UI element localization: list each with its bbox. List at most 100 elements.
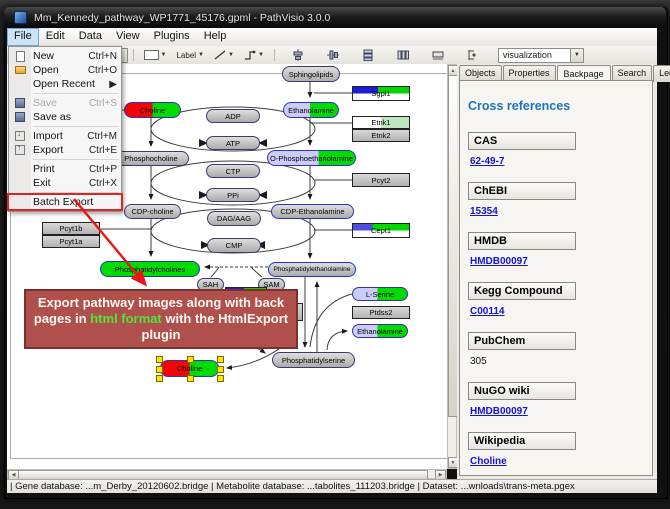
node-choline-top[interactable]: Choline [124,102,181,118]
cross-reference-link[interactable]: 15354 [470,206,498,217]
visualization-combobox[interactable]: visualization ▼ [498,48,584,63]
menu-help[interactable]: Help [197,28,234,46]
node-phosphocholine[interactable]: Phosphocholine [113,151,189,166]
gene-cept1[interactable]: Cept1 [352,223,410,238]
selection-handle[interactable] [156,375,163,382]
menu-data[interactable]: Data [72,28,109,46]
status-bar: | Gene database: ...m_Derby_20120602.bri… [7,479,657,493]
selection-handle[interactable] [156,366,163,373]
database-name: ChEBI [468,182,576,200]
gene-etnk2[interactable]: Etnk2 [352,129,410,142]
cross-reference-link[interactable]: C00114 [470,306,504,317]
label-button-text: Label [176,51,196,60]
menu-item-exit[interactable]: Exit Ctrl+X [9,176,121,190]
common-size-icon [432,50,444,60]
menu-item-print[interactable]: Print Ctrl+P [9,162,121,176]
gene-ptdss2[interactable]: Ptdss2 [352,306,410,319]
add-datanode-button[interactable]: ▼ [140,47,171,64]
node-phosphatidylcholines[interactable]: Phosphatidylcholines [100,261,200,277]
stack-vertical-icon [362,49,374,61]
gene-sgpl1[interactable]: Sgpl1 [352,86,410,101]
node-l-serine[interactable]: L-Serine [352,287,408,301]
node-sphingolipids[interactable]: Sphingolipids [282,66,340,82]
selection-handle[interactable] [187,356,194,363]
menu-item-save-as[interactable]: Save as [9,110,121,124]
node-atp[interactable]: ATP [206,136,260,150]
selection-handle[interactable] [217,375,224,382]
align-horizontal-center-button[interactable] [323,47,343,64]
align-vertical-center-icon [292,49,304,61]
draw-line-button[interactable]: ▼ [210,47,238,64]
database-name: Wikipedia [468,432,576,450]
menu-item-batch-export[interactable]: Batch Export [9,195,121,209]
callout-text: with the HtmlExport plugin [142,311,289,342]
menu-item-shortcut: ▶ [109,79,117,90]
stack-horizontal-button[interactable] [393,47,413,64]
cross-references-heading: Cross references [468,99,644,113]
menu-view[interactable]: View [109,28,147,46]
menu-edit[interactable]: Edit [39,28,72,46]
node-adp[interactable]: ADP [206,109,260,123]
vertical-scrollbar[interactable]: ▲ ▼ [447,64,457,469]
selection-handle[interactable] [217,366,224,373]
node-dag-aag[interactable]: DAG/AAG [207,211,261,226]
menu-item-label: New [31,50,88,62]
cross-reference-link[interactable]: 62-49-7 [470,156,504,167]
align-vertical-center-button[interactable] [288,47,308,64]
menu-plugins[interactable]: Plugins [147,28,197,46]
cross-reference-link[interactable]: HMDB00097 [470,406,528,417]
draw-connector-button[interactable]: ▼ [240,47,268,64]
menu-item-shortcut: Ctrl+X [89,178,117,189]
menu-item-shortcut: Ctrl+P [89,164,117,175]
menu-bar: FileEditDataViewPluginsHelp [7,28,657,47]
align-horizontal-center-icon [327,49,339,61]
node-ethanolamine-top[interactable]: Ethanolamine [283,102,339,118]
menu-item-open-recent[interactable]: Open Recent ▶ [9,77,121,91]
selection-handle[interactable] [187,375,194,382]
node-ethanolamine-bottom[interactable]: Ethanolamine [352,324,408,338]
node-ppi[interactable]: PPi [206,188,260,202]
tab-legend[interactable]: Legend [653,65,670,82]
horizontal-scrollbar[interactable]: ◀ ▶ [7,469,447,479]
selection-mode-button[interactable] [463,47,481,64]
menu-item-label: Print [31,163,89,175]
line-icon [214,50,226,60]
node-phosphatidylethanolamine[interactable]: Phosphatidylethanolamine [268,262,356,277]
gene-pcyt2[interactable]: Pcyt2 [352,173,410,187]
menu-item-save[interactable]: Save Ctrl+S [9,96,121,110]
menu-item-open[interactable]: Open Ctrl+O [9,63,121,77]
window-title: Mm_Kennedy_pathway_WP1771_45176.gpml - P… [34,12,330,24]
node-cdp-choline[interactable]: CDP-choline [124,204,181,219]
node-phosphatidylserine[interactable]: Phosphatidylserine [272,352,355,368]
cross-reference-link[interactable]: HMDB00097 [470,256,528,267]
visualization-dropdown-icon[interactable]: ▼ [570,49,583,62]
gene-etnk1[interactable]: Etnk1 [352,116,410,129]
menu-separator [33,126,119,127]
menu-item-import[interactable]: Import Ctrl+M [9,129,121,143]
node-cmp[interactable]: CMP [207,238,261,253]
menu-separator [33,192,119,193]
database-id: 15354 [470,206,644,217]
stack-vertical-button[interactable] [358,47,378,64]
menu-separator [33,93,119,94]
datanode-icon [144,50,159,60]
node-o-phosphoethanolamine[interactable]: O-Phosphoethanolamine [267,150,356,166]
menu-file[interactable]: File [7,28,39,46]
gene-pcyt1a[interactable]: Pcyt1a [42,235,100,248]
node-ctp[interactable]: CTP [206,164,260,178]
title-bar[interactable]: Mm_Kennedy_pathway_WP1771_45176.gpml - P… [4,7,666,28]
selection-handle[interactable] [217,356,224,363]
cross-reference-section: NuGO wiki HMDB00097 [468,381,644,417]
menu-item-export[interactable]: Export Ctrl+E [9,143,121,157]
chevron-down-icon: ▼ [228,52,234,58]
add-label-button[interactable]: Label ▼ [172,47,208,64]
callout-highlight: html format [90,311,162,326]
chevron-down-icon: ▼ [258,52,264,58]
node-cdp-ethanolamine[interactable]: CDP-Ethanolamine [271,204,354,219]
database-name: Kegg Compound [468,282,576,300]
menu-item-new[interactable]: New Ctrl+N [9,49,121,63]
common-size-button[interactable] [428,47,448,64]
selection-handle[interactable] [156,356,163,363]
cross-reference-link[interactable]: Choline [470,456,507,467]
gene-pcyt1b[interactable]: Pcyt1b [42,222,100,235]
